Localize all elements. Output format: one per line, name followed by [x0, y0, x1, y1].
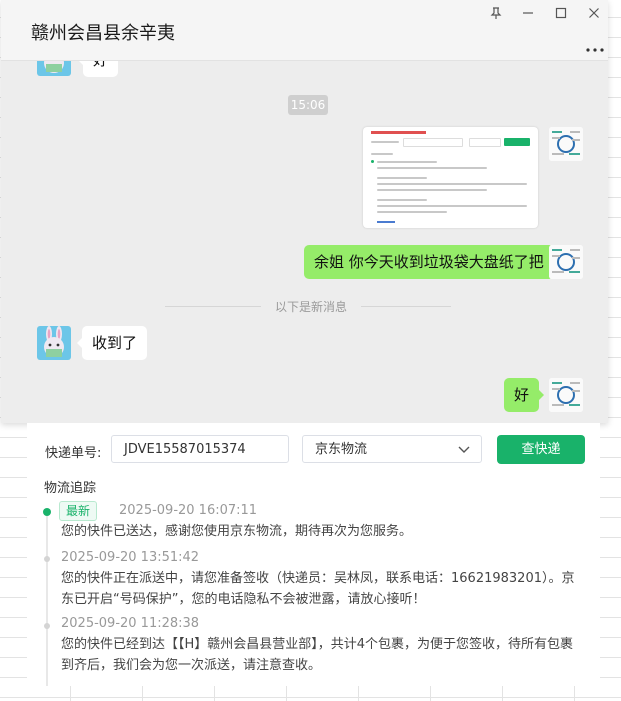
- message-bubble[interactable]: 余姐 你今天收到垃圾袋大盘纸了把: [304, 245, 559, 279]
- event-text: 您的快件正在派送中，请您准备签收（快递员：吴林凤，联系电话：1662198320…: [61, 571, 575, 607]
- tracking-number-label: 快递单号:: [45, 446, 102, 461]
- timeline-dot: [44, 623, 50, 629]
- message-list[interactable]: 好 15:06: [1, 61, 608, 423]
- message-bubble[interactable]: 收到了: [76, 326, 148, 360]
- message-bubble[interactable]: 好: [77, 61, 119, 77]
- chat-window: 赣州会昌县余辛夷 好 15:06: [1, 0, 608, 423]
- new-messages-divider: 以下是新消息: [274, 300, 347, 314]
- image-message[interactable]: [363, 127, 538, 228]
- query-button[interactable]: 查快递: [497, 435, 585, 464]
- event-time: 2025-09-20 11:28:38: [61, 616, 200, 631]
- event-text: 您的快件已经到达【【H】赣州会昌县营业部】，共计4个包裹，为便于您签收，待所有包…: [61, 637, 574, 673]
- timeline-dot: [44, 556, 50, 562]
- tracking-number-input[interactable]: JDVE15587015374: [111, 435, 289, 463]
- latest-tag: 最新: [59, 501, 98, 521]
- divider-line: [165, 306, 261, 307]
- avatar[interactable]: [549, 127, 583, 161]
- avatar[interactable]: [37, 326, 71, 360]
- avatar[interactable]: [549, 378, 583, 412]
- tracking-panel: 快递单号: JDVE15587015374 京东物流 查快递 物流追踪 最新 2…: [27, 423, 600, 686]
- carrier-select[interactable]: 京东物流: [302, 435, 482, 463]
- close-icon[interactable]: [583, 5, 605, 21]
- more-icon[interactable]: [585, 38, 605, 52]
- pin-icon[interactable]: [485, 5, 507, 21]
- avatar[interactable]: [549, 245, 583, 279]
- chevron-down-icon: [457, 436, 471, 475]
- event-time: 2025-09-20 16:07:11: [119, 503, 258, 518]
- timeline-line: [46, 516, 48, 686]
- message-timestamp: 15:06: [288, 95, 328, 115]
- maximize-icon[interactable]: [550, 5, 572, 21]
- carrier-select-value: 京东物流: [315, 442, 368, 457]
- divider-line: [361, 306, 451, 307]
- event-time: 2025-09-20 13:51:42: [61, 550, 200, 565]
- message-bubble[interactable]: 好: [504, 378, 545, 412]
- chat-title: 赣州会昌县余辛夷: [31, 23, 175, 44]
- title-bar: 赣州会昌县余辛夷: [1, 0, 608, 61]
- timeline-dot-active: [43, 508, 51, 516]
- event-text: 您的快件已送达，感谢您使用京东物流，期待再次为您服务。: [61, 524, 413, 539]
- minimize-icon[interactable]: [517, 5, 539, 21]
- avatar[interactable]: [37, 61, 71, 76]
- section-title: 物流追踪: [44, 481, 97, 496]
